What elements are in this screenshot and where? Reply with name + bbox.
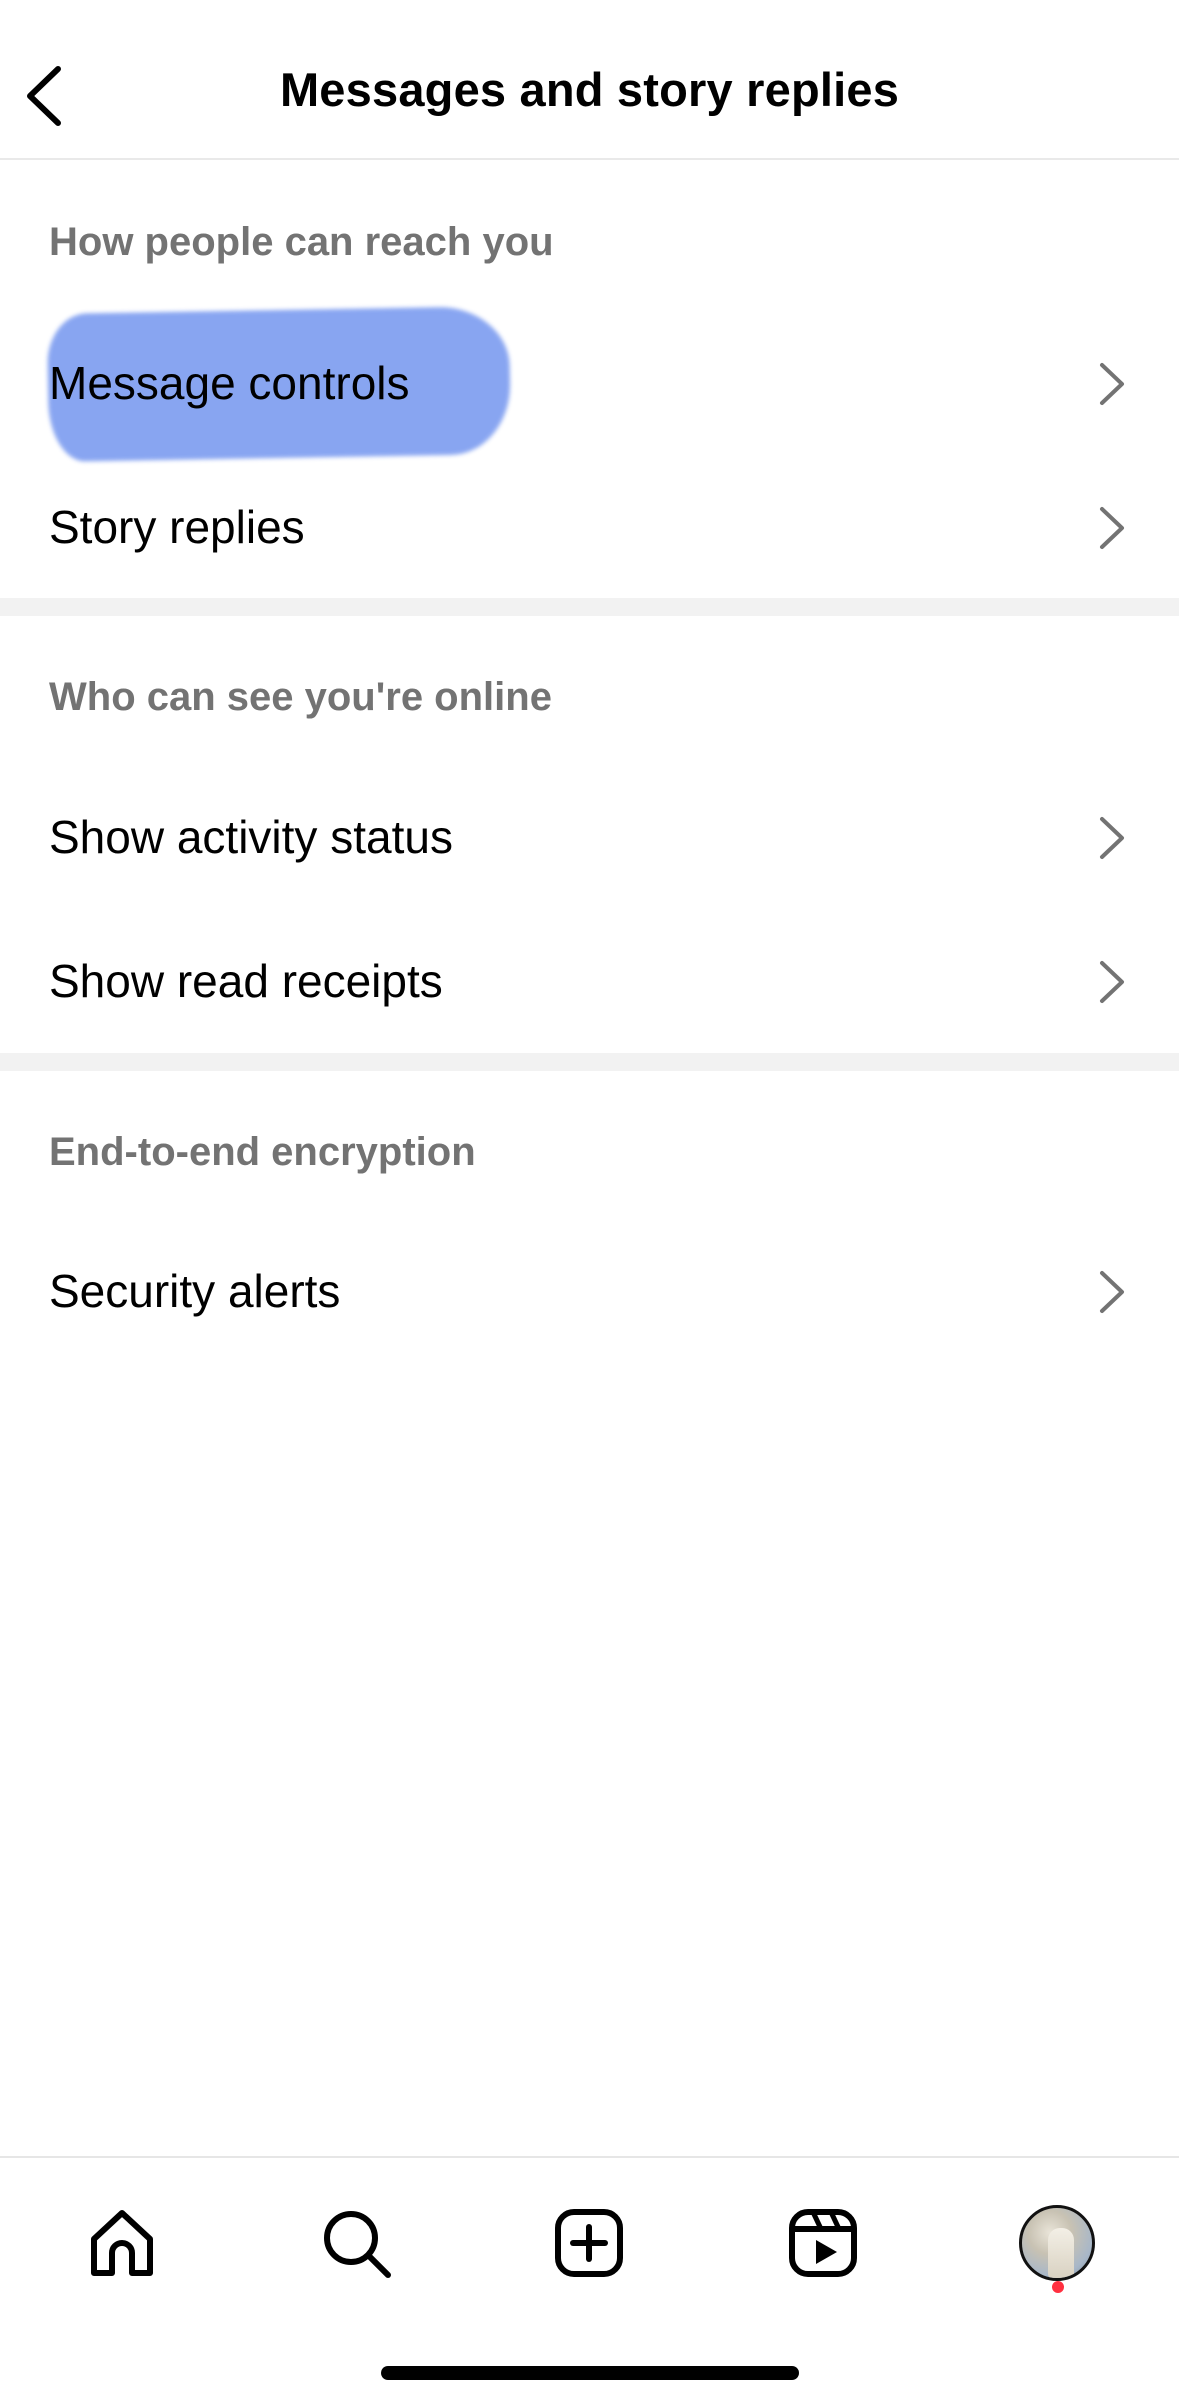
chevron-right-icon bbox=[1100, 507, 1124, 549]
top-navigation-bar: Messages and story replies bbox=[0, 0, 1179, 160]
search-icon bbox=[324, 2211, 391, 2278]
create-post-icon bbox=[555, 2209, 623, 2277]
row-label: Show read receipts bbox=[49, 955, 443, 1007]
chevron-right-icon bbox=[1100, 1271, 1124, 1313]
tab-create[interactable] bbox=[544, 2198, 634, 2288]
home-indicator bbox=[381, 2366, 799, 2380]
tab-search[interactable] bbox=[311, 2198, 401, 2288]
section-title-encryption: End-to-end encryption bbox=[49, 1130, 476, 1174]
row-story-replies[interactable]: Story replies bbox=[0, 462, 1179, 592]
chevron-right-icon bbox=[1100, 961, 1124, 1003]
row-show-read-receipts[interactable]: Show read receipts bbox=[0, 916, 1179, 1046]
row-security-alerts[interactable]: Security alerts bbox=[0, 1226, 1179, 1356]
section-title-online: Who can see you're online bbox=[49, 675, 552, 719]
tab-profile[interactable] bbox=[1012, 2198, 1102, 2288]
reels-icon bbox=[789, 2209, 857, 2277]
home-icon bbox=[91, 2210, 153, 2276]
tab-home[interactable] bbox=[77, 2198, 167, 2288]
chevron-right-icon bbox=[1100, 363, 1124, 405]
profile-avatar bbox=[1019, 2205, 1095, 2281]
row-show-activity-status[interactable]: Show activity status bbox=[0, 772, 1179, 902]
row-label: Security alerts bbox=[49, 1265, 341, 1317]
row-label: Show activity status bbox=[49, 811, 453, 863]
row-label: Story replies bbox=[49, 501, 305, 553]
section-title-reach: How people can reach you bbox=[49, 220, 554, 264]
section-divider bbox=[0, 598, 1179, 616]
row-label: Message controls bbox=[49, 357, 410, 409]
chevron-right-icon bbox=[1100, 817, 1124, 859]
notification-dot bbox=[1052, 2281, 1064, 2293]
tab-reels[interactable] bbox=[778, 2198, 868, 2288]
page-title: Messages and story replies bbox=[279, 63, 900, 116]
section-divider bbox=[0, 1053, 1179, 1071]
